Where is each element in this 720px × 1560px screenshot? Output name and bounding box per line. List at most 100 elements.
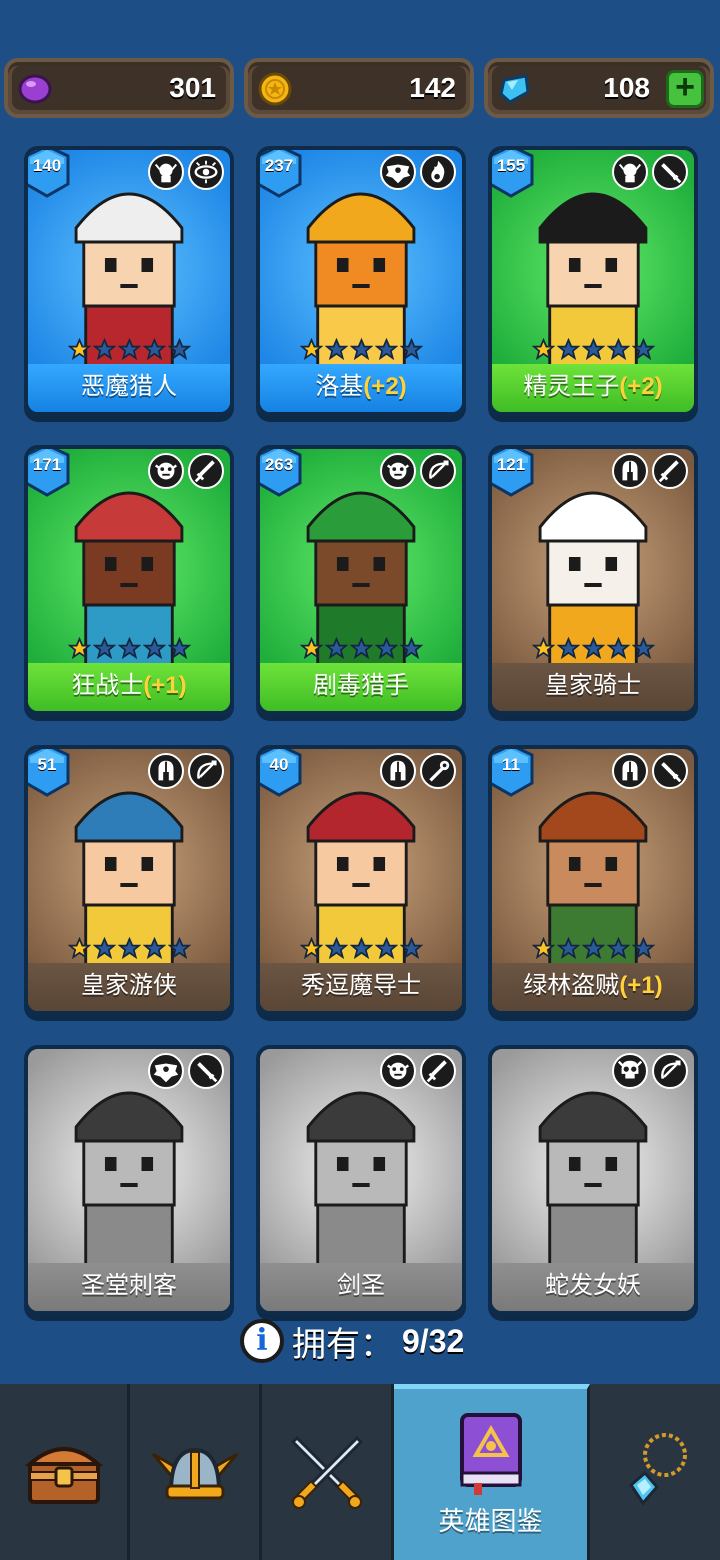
orc-head-icon	[380, 1053, 416, 1089]
hero-card[interactable]: 51 皇家游侠	[24, 745, 234, 1015]
nav-tab-battle[interactable]	[262, 1384, 394, 1560]
star-icon	[349, 936, 374, 963]
hero-level: 263	[264, 455, 294, 474]
hero-name-bar: 狂战士(+1)	[28, 663, 230, 711]
star-icon	[117, 936, 142, 963]
hero-card[interactable]: 171 狂战士(+1)	[24, 445, 234, 715]
hero-class-icons	[612, 154, 688, 190]
nav-tab-hero-book[interactable]: 英雄图鉴	[394, 1384, 590, 1560]
star-icon	[142, 337, 167, 364]
star-icon	[92, 337, 117, 364]
star-icon	[67, 636, 92, 663]
owned-counter: i 拥有： 9/32	[240, 1316, 464, 1366]
hero-class-icons	[380, 453, 456, 489]
star-icon	[606, 936, 631, 963]
star-icon	[399, 636, 424, 663]
purple-gem-value: 301	[169, 72, 216, 103]
hero-name-bar: 皇家游侠	[28, 963, 230, 1011]
star-icon	[581, 936, 606, 963]
diamond-counter[interactable]: 108 +	[484, 58, 714, 118]
hero-book-icon	[459, 1413, 522, 1495]
purple-gem-counter[interactable]: 301	[4, 58, 234, 118]
hero-name: 皇家骑士	[545, 672, 641, 699]
hero-class-icons	[148, 1053, 224, 1089]
owned-count: 9/32	[402, 1322, 465, 1359]
add-diamond-button[interactable]: +	[666, 70, 704, 108]
orc-head-icon	[380, 453, 416, 489]
sword-icon	[420, 1053, 456, 1089]
star-icon	[606, 337, 631, 364]
currency-bar: 301 142 108 +	[4, 58, 716, 120]
star-icon	[581, 337, 606, 364]
elf-head-icon	[612, 154, 648, 190]
hero-level: 40	[269, 755, 289, 774]
hero-level: 155	[496, 156, 526, 175]
star-icon	[299, 936, 324, 963]
helmet-icon	[612, 753, 648, 789]
hero-name: 蛇发女妖	[545, 1272, 641, 1299]
hero-star-rating	[531, 636, 656, 663]
nav-tab-chest[interactable]	[0, 1384, 130, 1560]
hero-name: 皇家游侠	[81, 972, 177, 999]
hero-name: 秀逗魔导士	[301, 972, 421, 999]
hero-card[interactable]: 圣堂刺客	[24, 1045, 234, 1315]
helmet-icon	[612, 453, 648, 489]
eye-icon	[188, 154, 224, 190]
hero-star-rating	[299, 636, 424, 663]
hero-name: 剧毒猎手	[313, 672, 409, 699]
gold-coin-icon	[258, 72, 292, 106]
hero-card[interactable]: 263 剧毒猎手	[256, 445, 466, 715]
hero-bonus: (+1)	[143, 672, 187, 699]
helmet-icon	[148, 753, 184, 789]
hero-level: 51	[37, 755, 57, 774]
hero-card[interactable]: 11 绿林盗贼(+1)	[488, 745, 698, 1015]
hero-card[interactable]: 121 皇家骑士	[488, 445, 698, 715]
info-icon[interactable]: i	[240, 1319, 284, 1363]
star-icon	[531, 337, 556, 364]
gold-coin-counter[interactable]: 142	[244, 58, 474, 118]
sword-icon	[652, 453, 688, 489]
star-icon	[299, 337, 324, 364]
hero-level-badge: 140	[28, 150, 72, 198]
hero-class-icons	[380, 753, 456, 789]
hero-level-badge: 263	[260, 449, 304, 497]
hero-name: 圣堂刺客	[81, 1272, 177, 1299]
star-icon	[67, 936, 92, 963]
hero-name-bar: 剧毒猎手	[260, 663, 462, 711]
skull-icon	[612, 1053, 648, 1089]
hero-class-icons	[612, 1053, 688, 1089]
star-icon	[374, 936, 399, 963]
bow-icon	[420, 453, 456, 489]
hero-level-badge: 155	[492, 150, 536, 198]
hero-card[interactable]: 237 洛基(+2)	[256, 146, 466, 416]
hero-star-rating	[67, 337, 192, 364]
hero-star-rating	[67, 636, 192, 663]
hero-name-bar: 圣堂刺客	[28, 1263, 230, 1311]
hero-name: 绿林盗贼	[523, 972, 620, 999]
hero-card[interactable]: 40 秀逗魔导士	[256, 745, 466, 1015]
star-icon	[67, 337, 92, 364]
star-icon	[631, 936, 656, 963]
hero-bonus: (+2)	[619, 373, 663, 400]
bow-icon	[188, 753, 224, 789]
hero-bonus: (+2)	[363, 373, 407, 400]
hero-card[interactable]: 剑圣	[256, 1045, 466, 1315]
hero-card[interactable]: 155 精灵王子(+2)	[488, 146, 698, 416]
hero-card[interactable]: 蛇发女妖	[488, 1045, 698, 1315]
hero-card[interactable]: 140 恶魔猎人	[24, 146, 234, 416]
hero-level-badge: 40	[260, 749, 304, 797]
hero-level-badge: 237	[260, 150, 304, 198]
star-icon	[324, 636, 349, 663]
star-icon	[167, 337, 192, 364]
hero-level: 11	[502, 755, 520, 774]
hero-star-rating	[299, 337, 424, 364]
star-icon	[167, 636, 192, 663]
hero-star-rating	[67, 936, 192, 963]
nav-tab-heroes-helmet[interactable]	[130, 1384, 262, 1560]
star-icon	[142, 936, 167, 963]
hero-name: 恶魔猎人	[81, 373, 177, 400]
nav-tab-amulet[interactable]	[590, 1384, 720, 1560]
hero-name: 洛基	[315, 373, 364, 400]
hero-level: 171	[32, 455, 62, 474]
diamond-icon	[499, 74, 530, 104]
